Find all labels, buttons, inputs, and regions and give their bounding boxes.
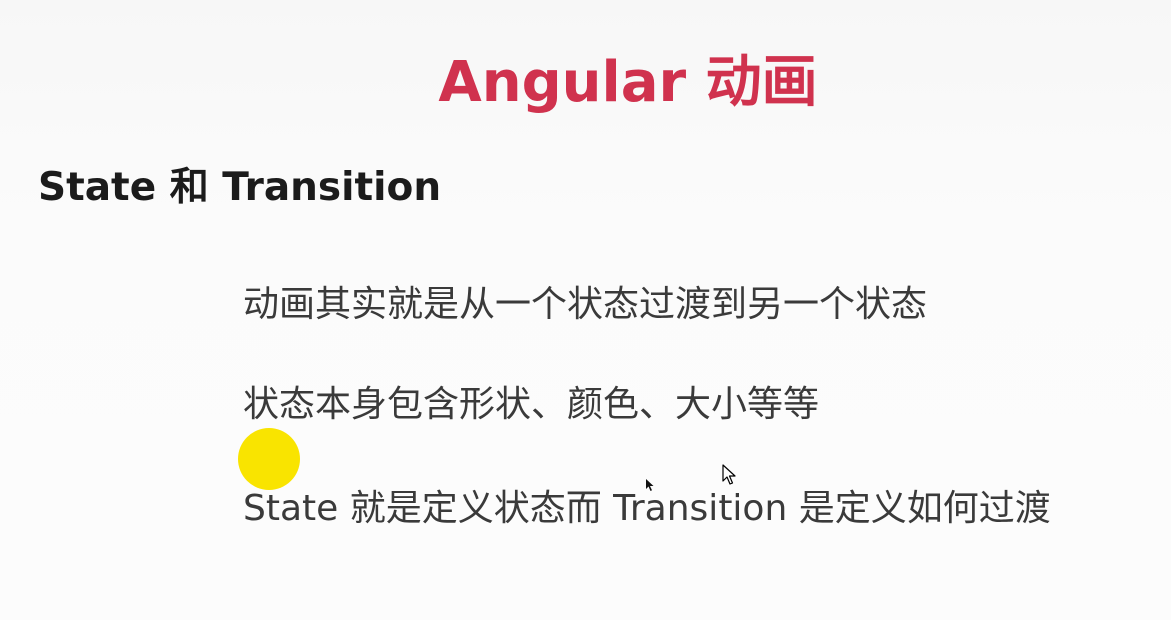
bullet-item-2: 状态本身包含形状、颜色、大小等等 bbox=[243, 384, 820, 425]
presentation-slide: Angular 动画 State 和 Transition 动画其实就是从一个状… bbox=[0, 0, 1171, 620]
laser-pointer-dot bbox=[238, 428, 300, 490]
bullet-item-3: State 就是定义状态而 Transition 是定义如何过渡 bbox=[243, 488, 1051, 529]
slide-title: Angular 动画 bbox=[438, 50, 818, 115]
small-pointer-icon bbox=[646, 479, 654, 491]
bullet-item-1: 动画其实就是从一个状态过渡到另一个状态 bbox=[243, 284, 928, 325]
arrow-cursor-icon bbox=[722, 464, 736, 485]
slide-subtitle: State 和 Transition bbox=[38, 165, 442, 210]
